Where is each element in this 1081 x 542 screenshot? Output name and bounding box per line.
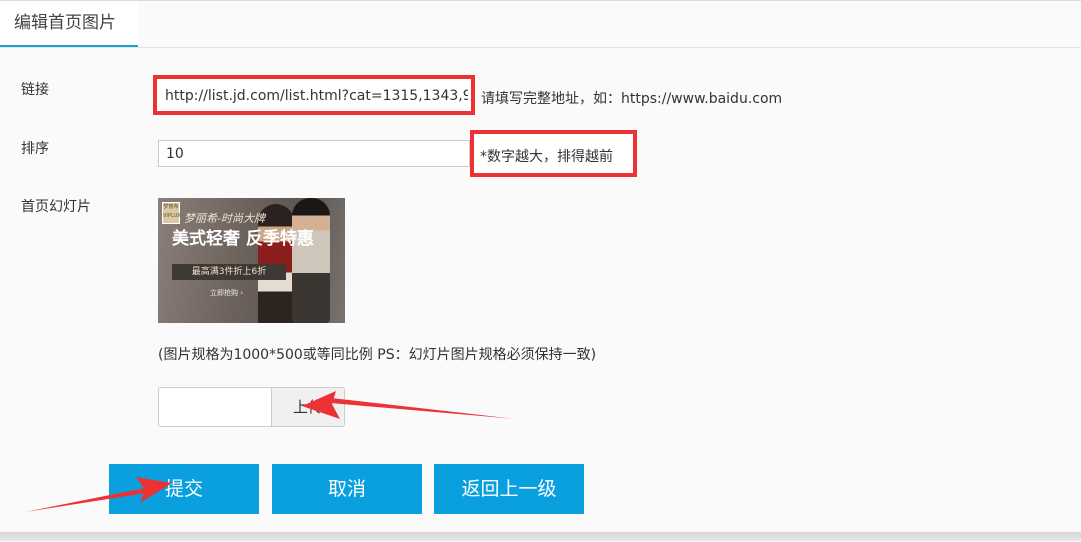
cancel-button[interactable]: 取消 [272,464,422,514]
back-button[interactable]: 返回上一级 [434,464,584,514]
link-input[interactable] [158,82,470,109]
edit-panel: 编辑首页图片 链接 请填写完整地址，如：https://www.baidu.co… [0,0,1081,534]
brand-logo: 梦丽希 VIPLUX [162,202,181,224]
upload-button[interactable]: 上传 [271,387,345,427]
banner-title: 美式轻奢 反季特惠 [172,229,314,249]
order-input[interactable] [158,140,470,167]
link-hint: 请填写完整地址，如：https://www.baidu.com [481,91,783,107]
image-spec-note: (图片规格为1000*500或等同比例 PS：幻灯片图片规格必须保持一致) [158,347,597,363]
link-label: 链接 [21,82,49,98]
banner-offer: 最高满3件折上6折 [172,264,286,280]
tab-bar: 编辑首页图片 [0,1,1081,48]
order-hint: *数字越大，排得越前 [480,149,613,165]
order-label: 排序 [21,141,49,157]
slide-image-preview: 梦丽希 VIPLUX 梦丽希-时尚大牌 美式轻奢 反季特惠 最高满3件折上6折 … [158,198,345,323]
submit-button[interactable]: 提交 [109,464,259,514]
banner-cta: 立即抢购 › [210,289,244,297]
tab-edit-home-image[interactable]: 编辑首页图片 [0,1,138,47]
model-figure-male [292,198,330,323]
panel-bottom-edge [0,532,1081,541]
slide-label: 首页幻灯片 [21,199,91,215]
file-path-field[interactable] [158,387,271,427]
